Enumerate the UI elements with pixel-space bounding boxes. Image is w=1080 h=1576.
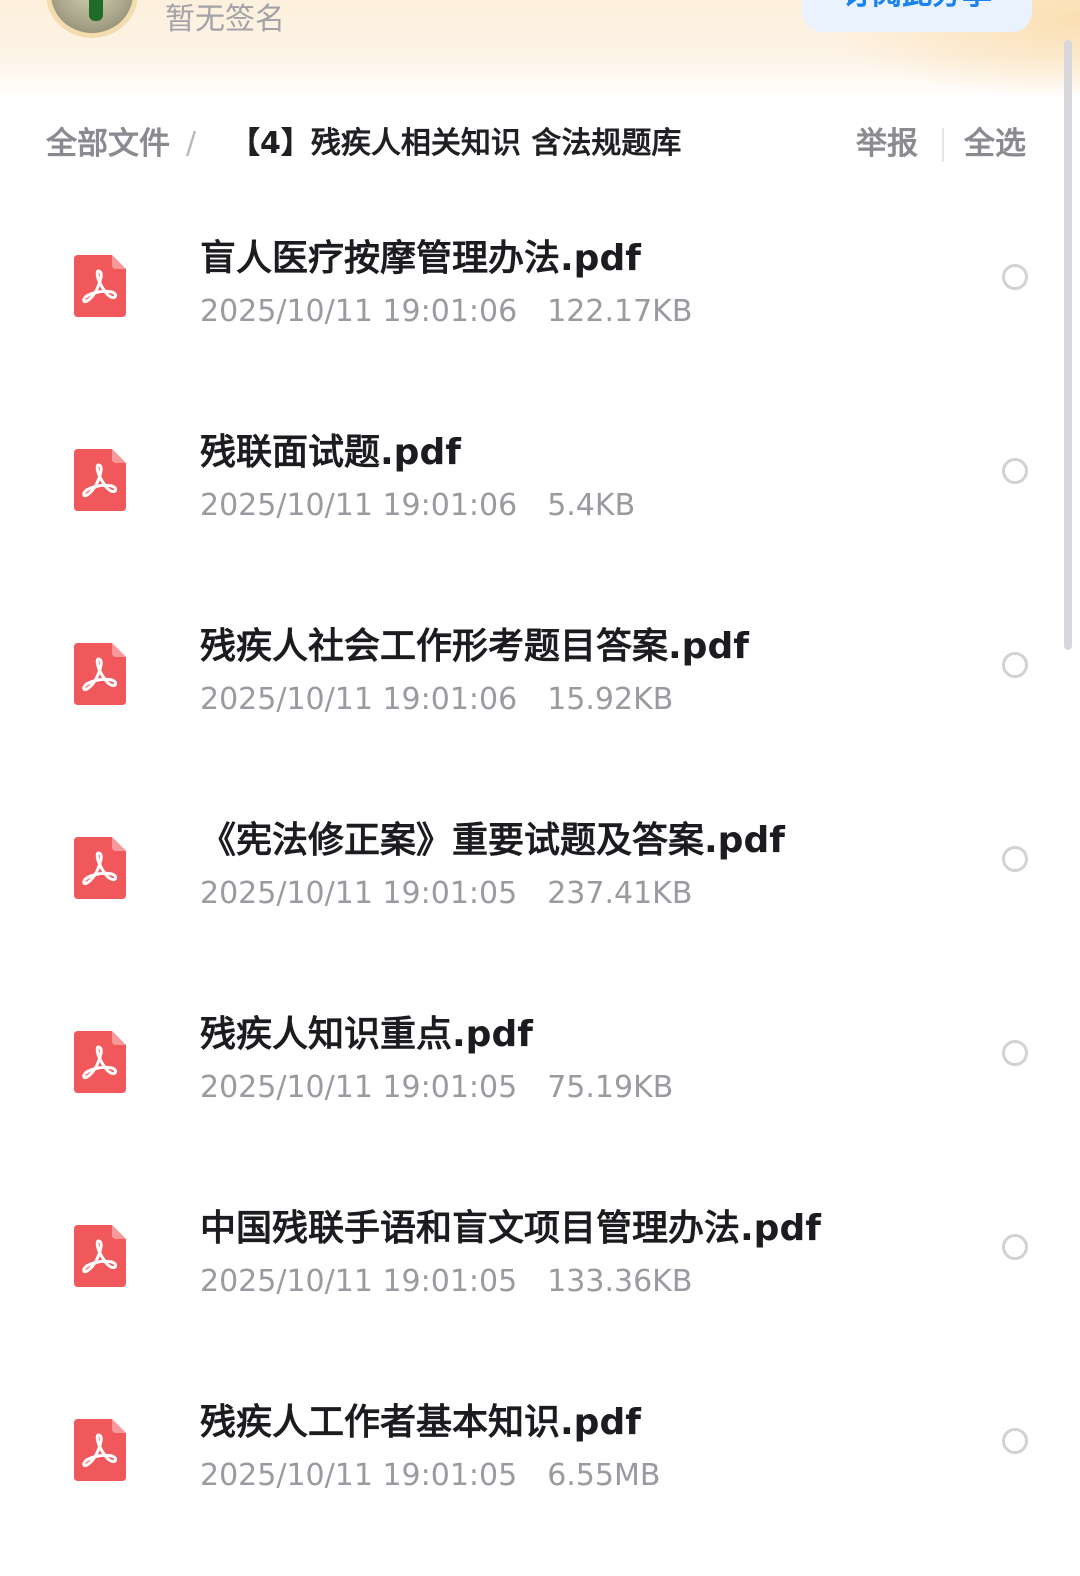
file-meta: 2025/10/11 19:01:06 15.92KB bbox=[200, 680, 673, 720]
file-date: 2025/10/11 19:01:06 bbox=[200, 488, 518, 523]
pdf-icon bbox=[74, 255, 126, 317]
action-divider bbox=[942, 128, 944, 162]
file-name: 残疾人工作者基本知识.pdf bbox=[200, 1402, 641, 1443]
file-row[interactable]: 《宪法修正案》重要试题及答案.pdf 2025/10/11 19:01:05 23… bbox=[0, 772, 1080, 966]
pdf-icon bbox=[74, 1225, 126, 1287]
file-select-radio[interactable] bbox=[1002, 1428, 1028, 1454]
select-all-button[interactable]: 全选 bbox=[964, 118, 1026, 170]
pdf-icon bbox=[74, 449, 126, 511]
file-size: 237.41KB bbox=[547, 876, 693, 911]
file-meta: 2025/10/11 19:01:05 75.19KB bbox=[200, 1068, 673, 1108]
file-select-radio[interactable] bbox=[1002, 264, 1028, 290]
file-list: 盲人医疗按摩管理办法.pdf 2025/10/11 19:01:06 122.17… bbox=[0, 190, 1080, 1548]
file-meta: 2025/10/11 19:01:06 122.17KB bbox=[200, 292, 692, 332]
pdf-icon bbox=[74, 643, 126, 705]
file-date: 2025/10/11 19:01:06 bbox=[200, 682, 518, 717]
file-meta: 2025/10/11 19:01:06 5.4KB bbox=[200, 486, 635, 526]
file-meta: 2025/10/11 19:01:05 133.36KB bbox=[200, 1262, 692, 1302]
profile-signature: 暂无签名 bbox=[165, 2, 285, 37]
share-page: 暂无签名 订阅此分享 全部文件 / 【4】残疾人相关知识 含法规题库 举报 全选… bbox=[0, 0, 1080, 1576]
breadcrumb-separator: / bbox=[186, 126, 197, 161]
file-size: 5.4KB bbox=[547, 488, 636, 523]
file-select-radio[interactable] bbox=[1002, 458, 1028, 484]
report-button[interactable]: 举报 bbox=[856, 118, 918, 170]
file-select-radio[interactable] bbox=[1002, 1040, 1028, 1066]
file-select-radio[interactable] bbox=[1002, 846, 1028, 872]
file-date: 2025/10/11 19:01:05 bbox=[200, 1070, 518, 1105]
scrollbar[interactable] bbox=[1064, 40, 1072, 650]
file-name: 残疾人知识重点.pdf bbox=[200, 1014, 533, 1055]
pdf-icon bbox=[74, 1419, 126, 1481]
file-date: 2025/10/11 19:01:05 bbox=[200, 1458, 518, 1493]
file-row[interactable]: 残疾人知识重点.pdf 2025/10/11 19:01:05 75.19KB bbox=[0, 966, 1080, 1160]
file-size: 75.19KB bbox=[547, 1070, 674, 1105]
file-select-radio[interactable] bbox=[1002, 1234, 1028, 1260]
file-row[interactable]: 残联面试题.pdf 2025/10/11 19:01:06 5.4KB bbox=[0, 384, 1080, 578]
file-row[interactable]: 盲人医疗按摩管理办法.pdf 2025/10/11 19:01:06 122.17… bbox=[0, 190, 1080, 384]
file-row[interactable]: 残疾人社会工作形考题目答案.pdf 2025/10/11 19:01:06 15.… bbox=[0, 578, 1080, 772]
breadcrumb: 全部文件 / 【4】残疾人相关知识 含法规题库 举报 全选 bbox=[0, 118, 1080, 170]
file-name: 残疾人社会工作形考题目答案.pdf bbox=[200, 626, 749, 667]
file-name: 《宪法修正案》重要试题及答案.pdf bbox=[200, 820, 785, 861]
breadcrumb-current-folder: 【4】残疾人相关知识 含法规题库 bbox=[230, 126, 682, 161]
subscribe-share-button[interactable]: 订阅此分享 bbox=[802, 0, 1032, 32]
file-name: 中国残联手语和盲文项目管理办法.pdf bbox=[200, 1208, 821, 1249]
pdf-icon bbox=[74, 837, 126, 899]
file-name: 残联面试题.pdf bbox=[200, 432, 461, 473]
file-name: 盲人医疗按摩管理办法.pdf bbox=[200, 238, 641, 279]
file-date: 2025/10/11 19:01:05 bbox=[200, 876, 518, 911]
pdf-icon bbox=[74, 1031, 126, 1093]
avatar-image bbox=[89, 0, 103, 21]
file-select-radio[interactable] bbox=[1002, 652, 1028, 678]
file-row[interactable]: 中国残联手语和盲文项目管理办法.pdf 2025/10/11 19:01:05 1… bbox=[0, 1160, 1080, 1354]
breadcrumb-root-all-files[interactable]: 全部文件 bbox=[46, 118, 170, 170]
file-size: 133.36KB bbox=[547, 1264, 693, 1299]
file-meta: 2025/10/11 19:01:05 6.55MB bbox=[200, 1456, 660, 1496]
file-size: 15.92KB bbox=[547, 682, 674, 717]
file-row[interactable]: 残疾人工作者基本知识.pdf 2025/10/11 19:01:05 6.55MB bbox=[0, 1354, 1080, 1548]
file-size: 6.55MB bbox=[547, 1458, 661, 1493]
file-date: 2025/10/11 19:01:05 bbox=[200, 1264, 518, 1299]
file-size: 122.17KB bbox=[547, 294, 693, 329]
file-meta: 2025/10/11 19:01:05 237.41KB bbox=[200, 874, 692, 914]
file-date: 2025/10/11 19:01:06 bbox=[200, 294, 518, 329]
